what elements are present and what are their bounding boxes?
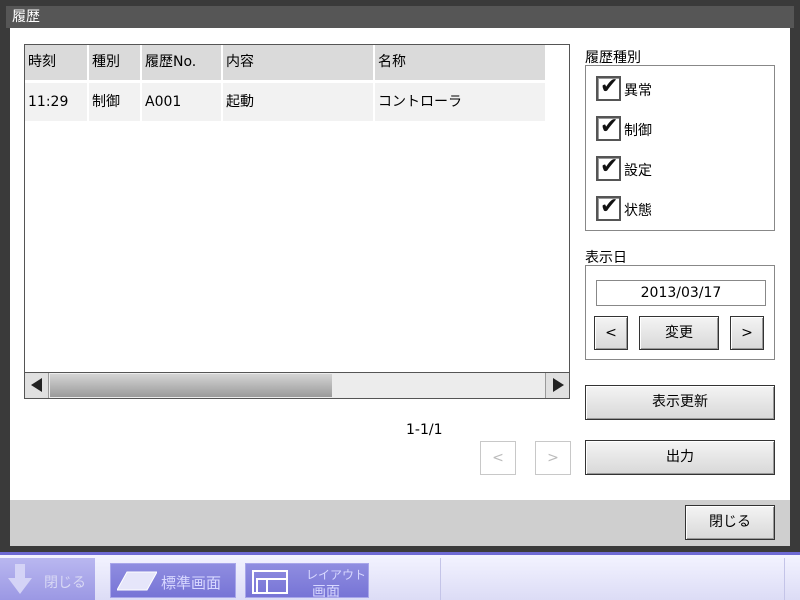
checkmark-icon: ✔ (600, 74, 619, 99)
cell-type: 制御 (89, 83, 140, 121)
cell-history-no: A001 (142, 83, 221, 121)
history-table: 時刻 種別 履歴No. 内容 名称 11:29 制御 A001 起動 コントロー… (24, 44, 570, 399)
footer-bar (10, 500, 790, 546)
checkbox-label: 異常 (624, 83, 652, 99)
checkbox-label: 設定 (624, 163, 652, 179)
date-prev-button[interactable]: < (594, 316, 628, 350)
column-header-history-no[interactable]: 履歴No. (142, 45, 221, 80)
checkbox-status[interactable]: ✔ 状態 (596, 194, 706, 222)
column-header-time[interactable]: 時刻 (25, 45, 87, 80)
display-date-group: 2013/03/17 < 変更 > (585, 265, 775, 360)
page-indicator: 1-1/1 (406, 422, 443, 438)
layout-screen-button[interactable]: レイアウト 画面 (245, 563, 369, 600)
date-field: 2013/03/17 (596, 280, 766, 306)
refresh-display-button[interactable]: 表示更新 (585, 385, 775, 420)
column-header-content[interactable]: 内容 (223, 45, 373, 80)
arrow-down-icon (8, 564, 32, 594)
horizontal-scrollbar[interactable] (24, 372, 570, 399)
taskbar-separator (440, 558, 441, 600)
checkmark-icon: ✔ (600, 194, 619, 219)
scroll-thumb[interactable] (50, 374, 332, 397)
date-change-button[interactable]: 変更 (639, 316, 719, 350)
checkbox-box[interactable]: ✔ (596, 194, 621, 221)
cell-content: 起動 (223, 83, 373, 121)
checkbox-label: 制御 (624, 123, 652, 139)
layout-screen-label-2: 画面 (312, 584, 340, 600)
scroll-left-button[interactable] (25, 373, 49, 398)
display-date-label: 表示日 (585, 250, 627, 266)
cell-time: 11:29 (25, 83, 87, 121)
history-type-group: ✔ 異常 ✔ 制御 ✔ 設定 ✔ 状態 (585, 65, 775, 231)
standard-screen-icon (117, 571, 157, 591)
scroll-right-button[interactable] (545, 373, 569, 398)
arrow-left-icon (31, 378, 42, 392)
layout-screen-icon (252, 570, 288, 594)
arrow-right-icon (553, 378, 564, 392)
window-title: 履歴 (6, 6, 794, 28)
standard-screen-label: 標準画面 (161, 574, 222, 592)
checkmark-icon: ✔ (600, 154, 619, 179)
column-header-name[interactable]: 名称 (375, 45, 545, 80)
taskbar-close-button[interactable]: 閉じる (0, 558, 95, 600)
checkbox-box[interactable]: ✔ (596, 114, 621, 141)
checkbox-control[interactable]: ✔ 制御 (596, 114, 706, 142)
output-button[interactable]: 出力 (585, 440, 775, 475)
checkbox-label: 状態 (624, 203, 652, 219)
page-next-button[interactable]: > (535, 441, 571, 475)
checkmark-icon: ✔ (600, 114, 619, 139)
cell-name: コントローラ (375, 83, 545, 121)
checkbox-setting[interactable]: ✔ 設定 (596, 154, 706, 182)
page-prev-button[interactable]: < (480, 441, 516, 475)
close-button[interactable]: 閉じる (685, 505, 775, 540)
taskbar: 閉じる 標準画面 レイアウト 画面 (0, 552, 800, 600)
checkbox-box[interactable]: ✔ (596, 74, 621, 101)
column-header-type[interactable]: 種別 (89, 45, 140, 80)
taskbar-close-label: 閉じる (44, 575, 86, 591)
standard-screen-button[interactable]: 標準画面 (110, 563, 236, 598)
date-next-button[interactable]: > (730, 316, 764, 350)
checkbox-error[interactable]: ✔ 異常 (596, 74, 706, 102)
checkbox-box[interactable]: ✔ (596, 154, 621, 181)
history-type-label: 履歴種別 (585, 50, 641, 66)
taskbar-separator (784, 558, 785, 600)
